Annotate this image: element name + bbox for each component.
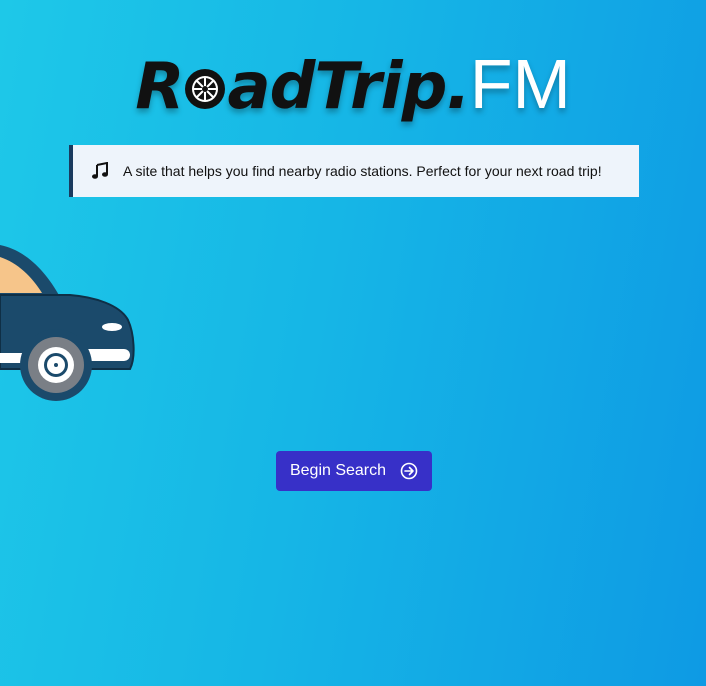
arrow-right-circle-icon bbox=[400, 462, 418, 480]
car-icon bbox=[0, 245, 135, 401]
tagline-text: A site that helps you find nearby radio … bbox=[123, 163, 602, 179]
music-note-icon bbox=[92, 162, 108, 179]
logo-road-text: R adTrip. bbox=[135, 50, 471, 124]
tagline-banner: A site that helps you find nearby radio … bbox=[69, 145, 639, 197]
logo-fm-text: FM bbox=[469, 45, 571, 123]
begin-search-button[interactable]: Begin Search bbox=[276, 451, 432, 491]
logo-road-rest: adTrip. bbox=[227, 50, 470, 124]
begin-search-label: Begin Search bbox=[289, 462, 387, 479]
site-logo: R adTrip.FM bbox=[0, 44, 706, 124]
logo-r: R bbox=[135, 50, 184, 124]
wheel-icon bbox=[185, 69, 226, 109]
